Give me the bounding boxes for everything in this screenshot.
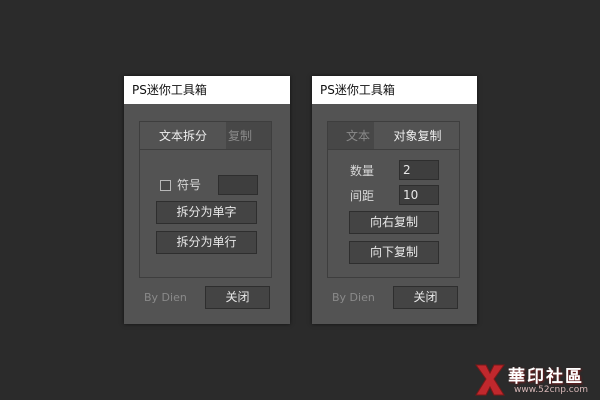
- watermark-text: 華印社區: [508, 367, 584, 387]
- split-to-lines-button[interactable]: 拆分为单行: [156, 231, 257, 254]
- tab-text[interactable]: 文本: [346, 122, 374, 149]
- symbol-input[interactable]: [218, 175, 258, 195]
- panel-title: PS迷你工具箱: [124, 76, 290, 104]
- spacing-label: 间距: [350, 189, 375, 203]
- copy-down-button[interactable]: 向下复制: [349, 241, 439, 264]
- quantity-input[interactable]: 2: [399, 160, 439, 180]
- copy-right-button[interactable]: 向右复制: [349, 211, 439, 234]
- author-byline: By Dien: [332, 291, 375, 304]
- tab-bar: 文本拆分 复制: [140, 122, 271, 150]
- tab-frame: 文本拆分 复制 符号 拆分为单字 拆分为单行: [139, 121, 272, 278]
- tab-copy[interactable]: 复制: [228, 122, 271, 149]
- right-toolbox-panel: PS迷你工具箱 文本 对象复制 数量 2 间距 10 向右复制 向下复制 By …: [312, 76, 477, 324]
- watermark-logo-icon: [475, 364, 505, 396]
- tab-text-split[interactable]: 文本拆分: [140, 122, 226, 149]
- close-button[interactable]: 关闭: [205, 286, 270, 309]
- spacing-input[interactable]: 10: [399, 185, 439, 205]
- watermark-url: www.52cnp.com: [514, 385, 589, 395]
- tab-frame: 文本 对象复制 数量 2 间距 10 向右复制 向下复制: [327, 121, 460, 278]
- symbol-checkbox-label: 符号: [177, 178, 202, 192]
- tab-object-copy[interactable]: 对象复制: [374, 122, 459, 149]
- panel-title: PS迷你工具箱: [312, 76, 477, 104]
- site-watermark: 華印社區 www.52cnp.com: [470, 360, 598, 400]
- split-to-chars-button[interactable]: 拆分为单字: [156, 201, 257, 224]
- symbol-checkbox[interactable]: [160, 180, 171, 191]
- left-toolbox-panel: PS迷你工具箱 文本拆分 复制 符号 拆分为单字 拆分为单行 By Dien 关…: [124, 76, 290, 324]
- author-byline: By Dien: [144, 291, 187, 304]
- tab-bar: 文本 对象复制: [328, 122, 459, 150]
- close-button[interactable]: 关闭: [393, 286, 458, 309]
- quantity-label: 数量: [350, 164, 375, 178]
